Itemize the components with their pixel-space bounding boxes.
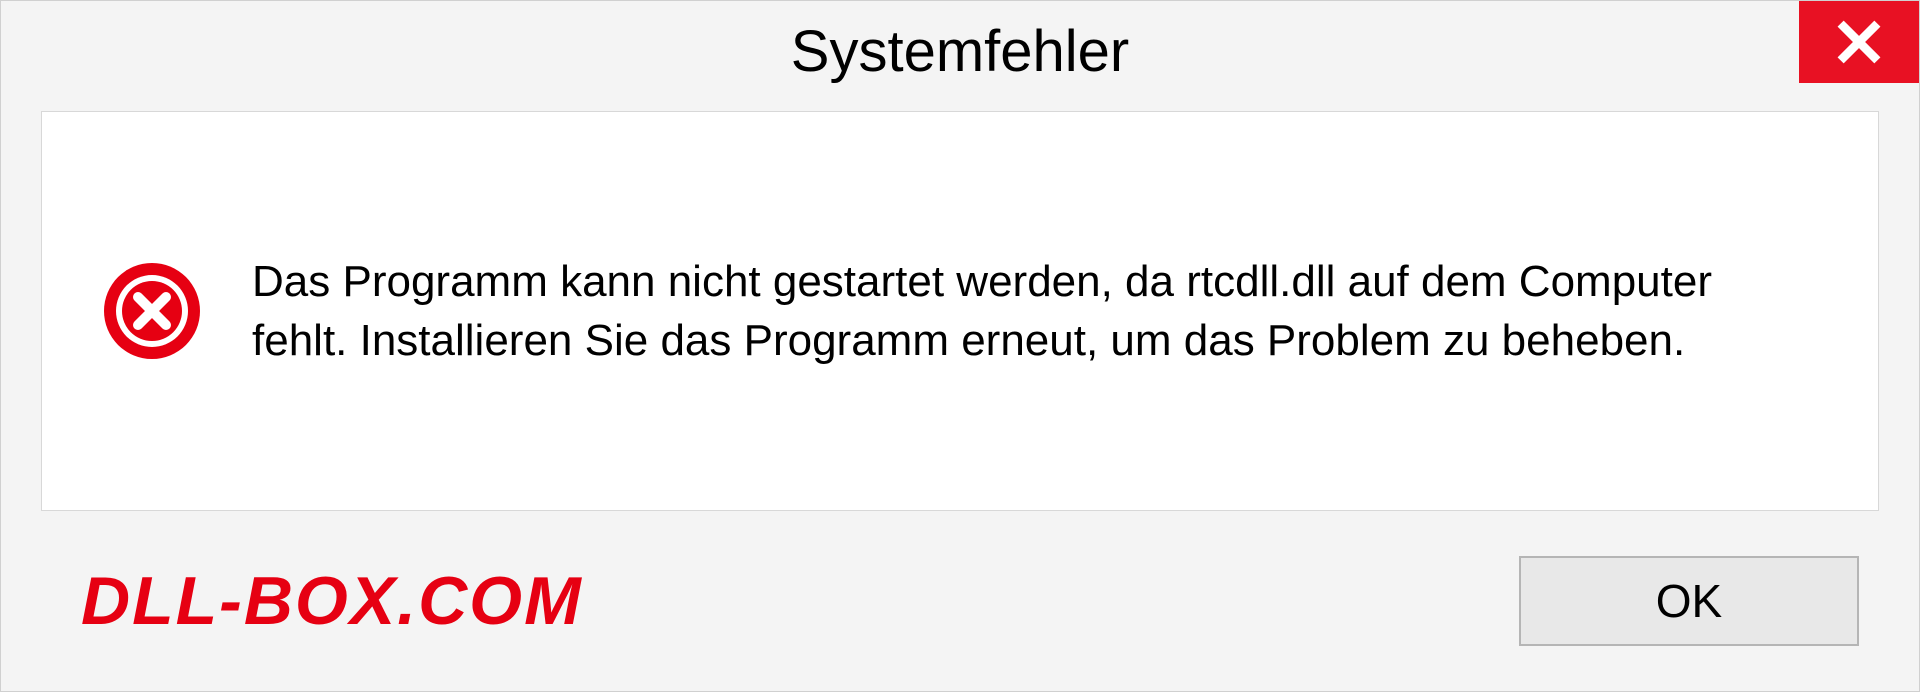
ok-button-label: OK (1656, 574, 1722, 628)
dialog-footer: DLL-BOX.COM OK (1, 511, 1919, 691)
dialog-title: Systemfehler (791, 18, 1129, 85)
close-icon (1836, 19, 1882, 65)
content-panel: Das Programm kann nicht gestartet werden… (41, 111, 1879, 511)
ok-button[interactable]: OK (1519, 556, 1859, 646)
error-icon (102, 261, 202, 361)
error-message: Das Programm kann nicht gestartet werden… (252, 252, 1818, 371)
titlebar: Systemfehler (1, 1, 1919, 101)
close-button[interactable] (1799, 1, 1919, 83)
error-dialog: Systemfehler Das Programm kann nicht ges… (0, 0, 1920, 692)
watermark-text: DLL-BOX.COM (81, 562, 583, 640)
